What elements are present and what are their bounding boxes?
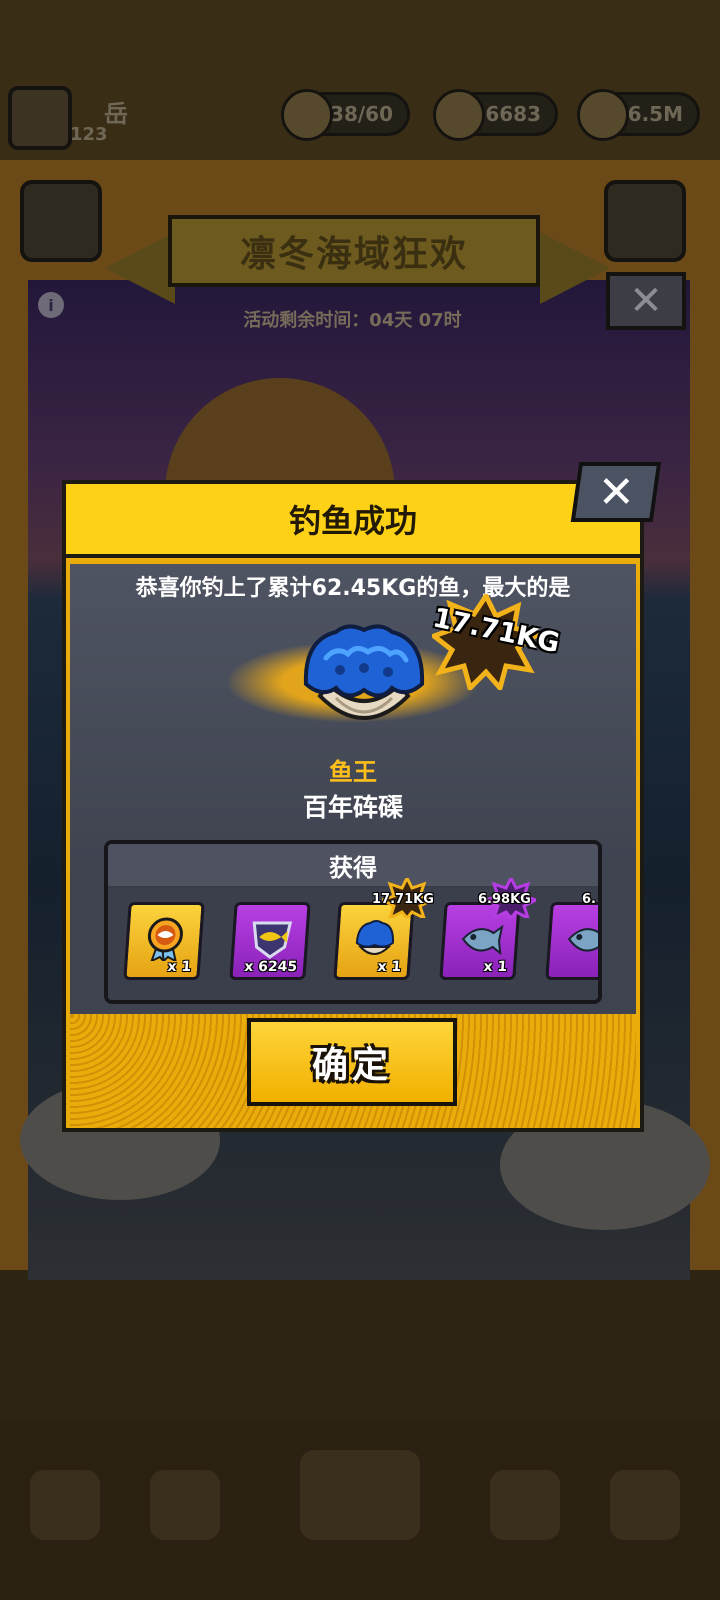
nav-item[interactable] (150, 1470, 220, 1540)
player-name: 岳 (104, 100, 128, 128)
energy-icon (281, 89, 333, 141)
energy-counter[interactable]: 38/60 (281, 89, 410, 141)
coin-counter[interactable]: 56.5M (577, 89, 700, 141)
reward-item-medal[interactable]: x 1 (123, 902, 205, 980)
fish-king-label: 鱼王 (329, 758, 377, 786)
confirm-button[interactable]: 确定 (247, 1018, 457, 1106)
coin-icon (577, 89, 629, 141)
close-icon: ✕ (597, 466, 635, 518)
nav-item[interactable] (490, 1470, 560, 1540)
fish-ticket-icon (252, 921, 293, 959)
menu-button[interactable] (20, 180, 102, 262)
gem-counter[interactable]: 16683 (433, 89, 558, 141)
nav-item-battle[interactable] (300, 1450, 420, 1540)
player-level: 123 (70, 124, 108, 145)
reward-qty: x 6245 (243, 959, 298, 975)
fish-weight-tag-partial: 6. (582, 892, 596, 907)
congrats-text: 恭喜你钓上了累计62.45KG的鱼，最大的是 (135, 576, 571, 601)
giant-clam-icon (303, 624, 425, 720)
reward-item-fish-partial[interactable]: x (545, 902, 598, 980)
rewards-panel: 获得 x 1 x 6245 x 1 x 1 (104, 840, 602, 1004)
dialog-title: 钓鱼成功 (66, 484, 640, 558)
shield-button[interactable] (604, 180, 686, 262)
event-timer: 活动剩余时间：04天 07时 (243, 310, 462, 331)
nav-item[interactable] (610, 1470, 680, 1540)
nav-item[interactable] (30, 1470, 100, 1540)
banner-ribbon-left (105, 232, 175, 304)
reward-qty: x 1 (482, 959, 508, 975)
fish-name: 百年砗磲 (302, 793, 403, 822)
clam-weight-tag: 17.71KG (372, 878, 434, 918)
close-button[interactable]: ✕ (570, 462, 662, 522)
blue-fish-icon (567, 924, 598, 956)
fish-weight-tag: 6.98KG (478, 878, 536, 918)
gem-icon (433, 89, 485, 141)
medal-icon (147, 917, 183, 961)
giant-clam-icon (355, 920, 394, 955)
player-avatar[interactable] (8, 86, 72, 150)
reward-item-ticket[interactable]: x 6245 (229, 902, 311, 980)
blue-fish-icon (461, 924, 504, 956)
reward-qty: x 1 (376, 959, 402, 975)
banner-ribbon-right (540, 232, 610, 304)
event-title: 凛冬海域狂欢 (168, 215, 540, 287)
reward-qty: x 1 (166, 959, 192, 975)
